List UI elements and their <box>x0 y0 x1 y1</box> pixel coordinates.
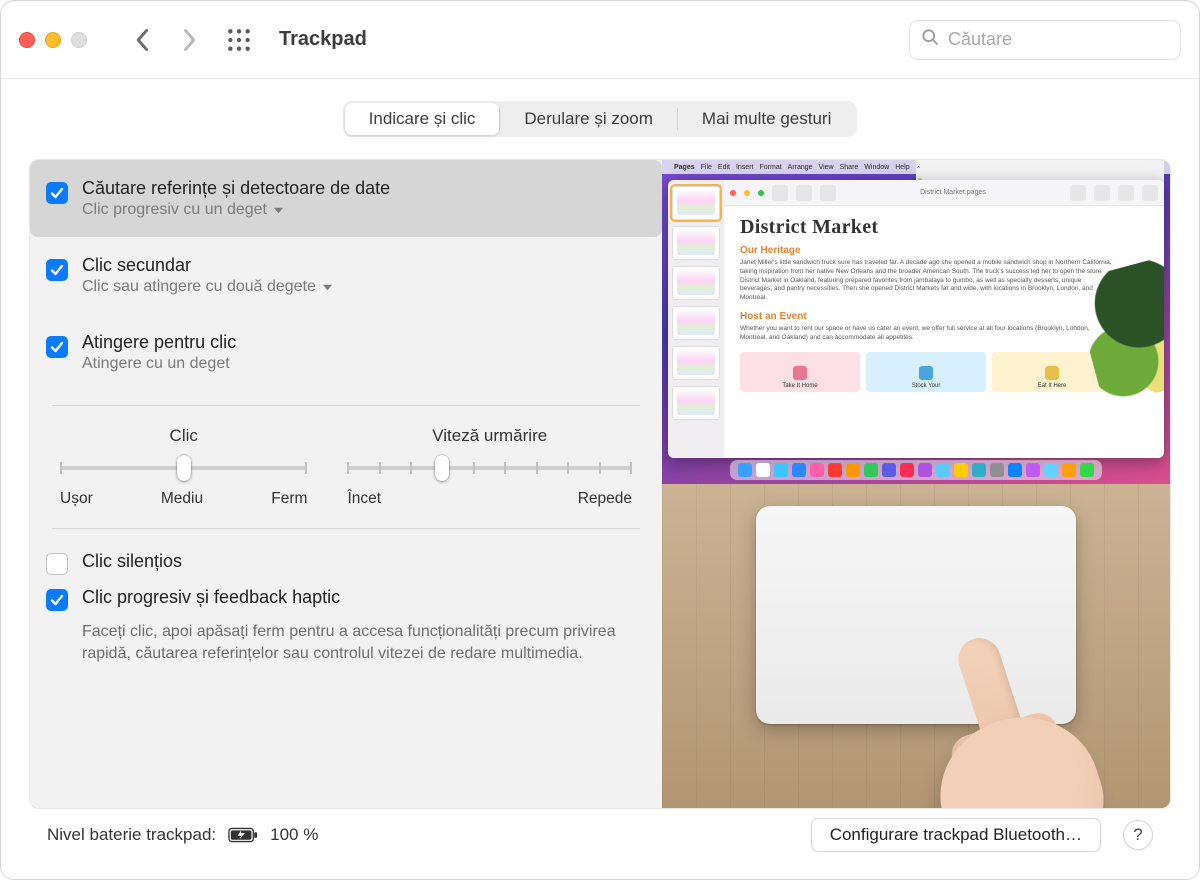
option-tap-to-click[interactable]: Atingere pentru clic Atingere cu un dege… <box>30 314 662 391</box>
preview-trackpad <box>662 484 1170 808</box>
preview-screen: PagesFileEditInsertFormatArrangeViewShar… <box>662 160 1170 484</box>
option-label: Clic progresiv și feedback haptic <box>82 587 340 608</box>
checkbox-secondary-click[interactable] <box>46 259 68 281</box>
battery-icon <box>228 827 258 843</box>
lower-options: Clic silențios Clic progresiv și feedbac… <box>30 543 662 680</box>
back-button[interactable] <box>129 22 157 58</box>
settings-list: Căutare referințe și detectoare de date … <box>30 160 662 808</box>
minimize-window-icon[interactable] <box>45 32 61 48</box>
preview-cards: Take It Home Stock Your Eat It Here <box>740 352 1112 392</box>
tab-bar: Indicare și clic Derulare și zoom Mai mu… <box>343 101 858 137</box>
setup-bluetooth-button[interactable]: Configurare trackpad Bluetooth… <box>811 818 1101 852</box>
tracking-slider-stops: Încet Repede <box>347 490 632 508</box>
show-all-prefs-icon[interactable] <box>221 22 257 58</box>
preview-heading: Host an Event <box>740 311 1112 322</box>
click-slider-group: Clic Ușor Mediu Ferm <box>60 426 307 508</box>
help-button[interactable]: ? <box>1123 820 1153 850</box>
preview-dock <box>730 460 1102 480</box>
tab-label: Mai multe gesturi <box>702 109 831 129</box>
checkbox-silent-click[interactable] <box>46 553 68 575</box>
search-field[interactable] <box>909 20 1181 60</box>
preview-body: Janet Miller's little sandwich truck sur… <box>740 259 1112 303</box>
battery-percent: 100 % <box>270 825 318 845</box>
option-label: Clic secundar <box>82 255 333 276</box>
option-sub-label: Clic sau atingere cu două degete <box>82 278 316 296</box>
gesture-preview: PagesFileEditInsertFormatArrangeViewShar… <box>662 160 1170 808</box>
tab-more-gestures[interactable]: Mai multe gesturi <box>678 103 855 135</box>
preview-heading: Our Heritage <box>740 245 1112 256</box>
option-force-click[interactable]: Clic progresiv și feedback haptic <box>46 581 640 617</box>
option-label: Atingere pentru clic <box>82 332 236 353</box>
tab-point-and-click[interactable]: Indicare și clic <box>345 103 500 135</box>
toolbar: Trackpad <box>1 1 1199 79</box>
option-sub-menu[interactable]: Clic progresiv cu un deget <box>82 201 390 219</box>
option-silent-click[interactable]: Clic silențios <box>46 545 640 581</box>
tracking-slider[interactable] <box>347 456 632 480</box>
checkbox-lookup[interactable] <box>46 182 68 204</box>
footer: Nivel baterie trackpad: 100 % Configurar… <box>29 809 1171 861</box>
option-label: Căutare referințe și detectoare de date <box>82 178 390 199</box>
option-lookup[interactable]: Căutare referințe și detectoare de date … <box>30 160 662 237</box>
option-secondary-click[interactable]: Clic secundar Clic sau atingere cu două … <box>30 237 662 314</box>
sliders-row: Clic Ușor Mediu Ferm Viteză <box>30 420 662 514</box>
zoom-window-icon <box>71 32 87 48</box>
search-icon <box>920 27 940 52</box>
preview-doc-window: District Market.pages District Market Ou… <box>668 180 1164 458</box>
tab-scroll-and-zoom[interactable]: Derulare și zoom <box>500 103 677 135</box>
click-slider-label: Clic <box>170 426 198 446</box>
checkbox-force-click[interactable] <box>46 589 68 611</box>
click-slider[interactable] <box>60 456 307 480</box>
content-area: Indicare și clic Derulare și zoom Mai mu… <box>1 79 1199 879</box>
settings-panel: Căutare referințe și detectoare de date … <box>29 159 1171 809</box>
search-input[interactable] <box>948 29 1180 50</box>
traffic-lights <box>19 32 87 48</box>
force-click-description: Faceți clic, apoi apăsați ferm pentru a … <box>82 621 640 664</box>
chevron-down-icon <box>273 205 284 216</box>
option-sub-menu[interactable]: Clic sau atingere cu două degete <box>82 278 333 296</box>
close-window-icon[interactable] <box>19 32 35 48</box>
tab-label: Derulare și zoom <box>524 109 653 129</box>
option-sub-label: Atingere cu un deget <box>82 355 236 373</box>
checkbox-tap-to-click[interactable] <box>46 336 68 358</box>
hand-illustration <box>880 628 1100 808</box>
preview-menubar: PagesFileEditInsertFormatArrangeViewShar… <box>662 160 1170 174</box>
option-sub-label: Clic progresiv cu un deget <box>82 201 267 219</box>
tracking-slider-label: Viteză urmărire <box>432 426 547 446</box>
preview-thumbnails <box>668 180 724 458</box>
click-slider-stops: Ușor Mediu Ferm <box>60 490 307 508</box>
option-label: Clic silențios <box>82 551 182 572</box>
preview-body: Whether you want to rent our space or ha… <box>740 325 1112 343</box>
preview-doc-title: District Market <box>740 216 1112 239</box>
chevron-down-icon <box>322 282 333 293</box>
forward-button <box>175 22 203 58</box>
tab-label: Indicare și clic <box>369 109 476 129</box>
tracking-slider-group: Viteză urmărire Încet Repede <box>347 426 632 508</box>
battery-label: Nivel baterie trackpad: <box>47 825 216 845</box>
window-title: Trackpad <box>279 28 367 51</box>
preferences-window: Trackpad Indicare și clic Derulare și zo… <box>0 0 1200 880</box>
